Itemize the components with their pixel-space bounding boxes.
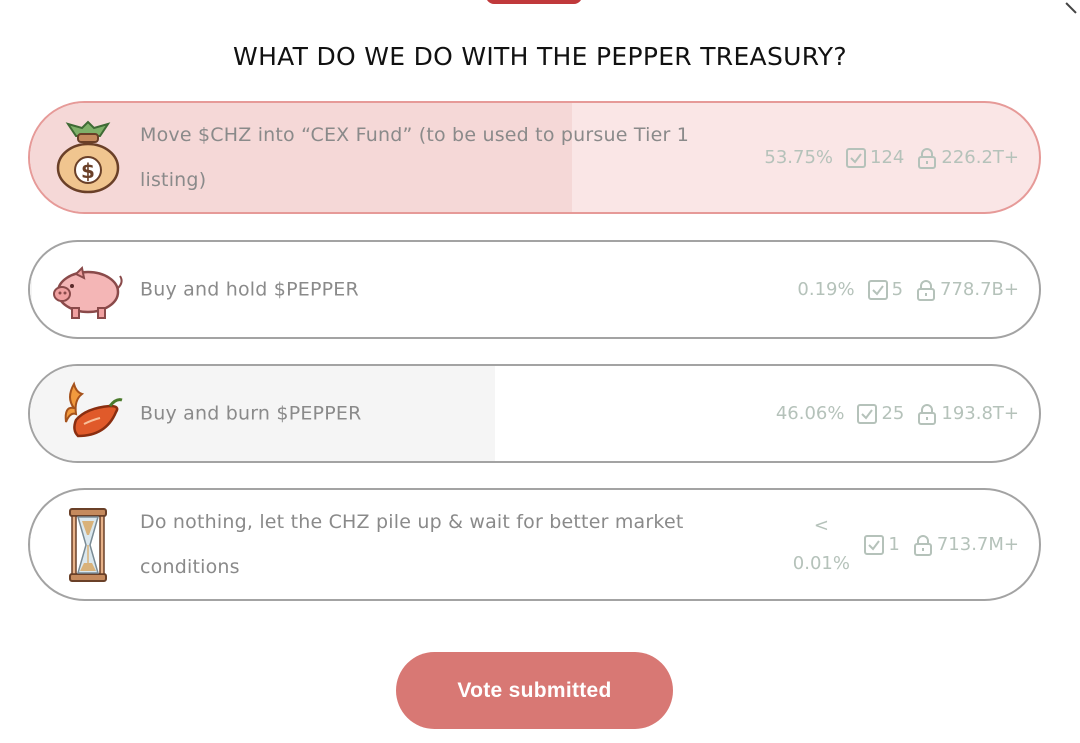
- poll-option-cex-fund[interactable]: $ Move $CHZ into “CEX Fund” (to be used …: [28, 101, 1041, 214]
- option-label: Buy and burn $PEPPER: [140, 402, 362, 424]
- checkbox-icon: [845, 147, 867, 169]
- option-votes: 5: [891, 279, 904, 300]
- lock-icon: [912, 534, 934, 556]
- option-label: Move $CHZ into “CEX Fund” (to be used to…: [140, 123, 690, 191]
- option-label: Do nothing, let the CHZ pile up & wait f…: [140, 510, 684, 578]
- poll-option-do-nothing[interactable]: Do nothing, let the CHZ pile up & wait f…: [28, 488, 1041, 601]
- percent-value: 0.01%: [792, 552, 850, 574]
- money-bag-icon: $: [48, 118, 128, 198]
- checkbox-icon: [863, 534, 885, 556]
- option-votes: 1: [888, 534, 900, 555]
- flaming-pepper-icon: [48, 374, 128, 454]
- option-percent: 0.19%: [797, 279, 855, 300]
- top-tab: [486, 0, 582, 4]
- checkbox-icon: [867, 279, 889, 301]
- hourglass-icon: [48, 505, 128, 585]
- result-bar: [30, 242, 32, 337]
- percent-prefix: <: [813, 514, 829, 536]
- option-stats: 46.06% 25 193.8T+: [776, 403, 1019, 425]
- option-percent: < 0.01%: [791, 507, 851, 583]
- corner-mark: [1065, 0, 1080, 14]
- option-stats: < 0.01% 1 713.7M+: [791, 507, 1019, 583]
- option-label: Buy and hold $PEPPER: [140, 278, 359, 300]
- piggy-bank-icon: [48, 250, 128, 330]
- option-locked: 713.7M+: [936, 534, 1019, 555]
- option-stats: 0.19% 5 778.7B+: [797, 279, 1019, 301]
- option-locked: 778.7B+: [940, 279, 1019, 300]
- lock-icon: [915, 279, 937, 301]
- poll-title: WHAT DO WE DO WITH THE PEPPER TREASURY?: [233, 42, 847, 71]
- vote-submitted-button[interactable]: Vote submitted: [396, 652, 673, 729]
- poll-option-buy-hold[interactable]: Buy and hold $PEPPER 0.19% 5 778.7B+: [28, 240, 1041, 339]
- lock-icon: [916, 403, 938, 425]
- option-percent: 46.06%: [775, 403, 845, 424]
- option-stats: 53.75% 124 226.2T+: [764, 147, 1019, 169]
- lock-icon: [916, 147, 938, 169]
- option-percent: 53.75%: [764, 147, 834, 168]
- svg-text:$: $: [81, 159, 95, 183]
- option-votes: 25: [881, 403, 905, 424]
- option-locked: 193.8T+: [941, 403, 1019, 424]
- checkbox-icon: [856, 403, 878, 425]
- poll-option-buy-burn[interactable]: Buy and burn $PEPPER 46.06% 25 193.8T+: [28, 364, 1041, 463]
- option-locked: 226.2T+: [941, 147, 1019, 168]
- option-votes: 124: [870, 147, 905, 168]
